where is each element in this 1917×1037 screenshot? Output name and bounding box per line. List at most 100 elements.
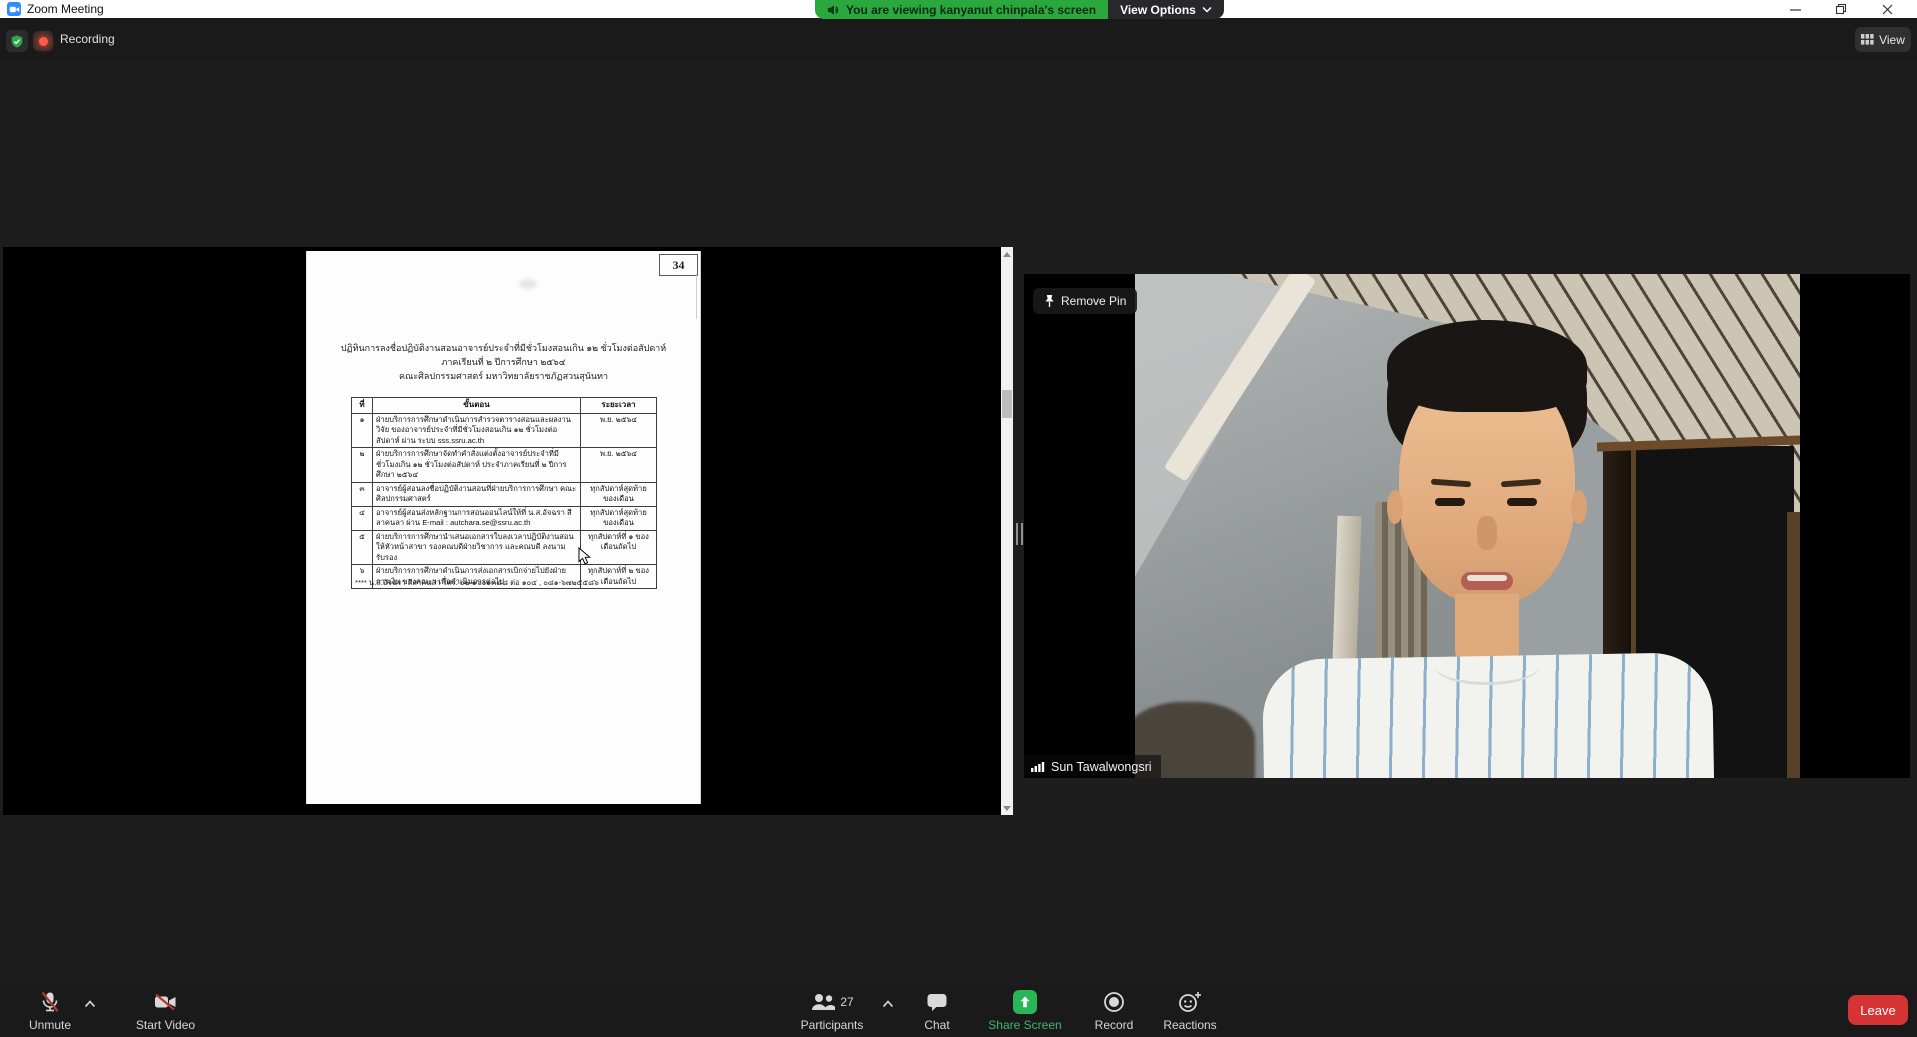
shield-check-icon (10, 34, 24, 49)
video-muted-icon (153, 992, 178, 1012)
participants-label: Participants (801, 1018, 864, 1032)
mic-muted-icon (39, 991, 61, 1014)
page-number: 34 (673, 258, 685, 273)
person-ear (1571, 490, 1587, 524)
unmute-button[interactable]: Unmute (18, 990, 82, 1032)
participant-name-label: Sun Tawalwongsri (1024, 755, 1161, 778)
pin-icon (1044, 294, 1055, 308)
camera-icon (9, 4, 20, 15)
cell-no: ๓ (352, 482, 373, 506)
screen-share-message-text: You are viewing kanyanut chinpala's scre… (846, 3, 1096, 17)
record-button[interactable]: Record (1079, 990, 1149, 1032)
cell-duration: พ.ย. ๒๕๖๔ (581, 413, 657, 448)
restore-button[interactable] (1826, 0, 1856, 18)
share-screen-button[interactable]: Share Screen (975, 990, 1075, 1032)
participants-count: 27 (840, 995, 853, 1009)
table-header-row: ที่ ขั้นตอน ระยะเวลา (352, 398, 657, 414)
cell-duration: ทุกสัปดาห์สุดท้ายของเดือน (581, 482, 657, 506)
scrollbar[interactable] (1001, 247, 1013, 815)
participants-icon (810, 992, 836, 1012)
cell-step: อาจารย์ผู้สอนลงชื่อปฏิบัติงานสอนที่ฝ่ายบ… (373, 482, 581, 506)
chevron-down-icon (1202, 6, 1212, 13)
scan-smudge (519, 279, 537, 289)
mouse-cursor (578, 547, 591, 565)
close-icon (1882, 4, 1893, 15)
participants-options-chevron[interactable] (882, 1000, 894, 1008)
shared-screen-area: 34 ปฏิทินการลงชื่อปฏิบัติงานสอนอาจารย์ปร… (3, 247, 1013, 815)
header-step: ขั้นตอน (373, 398, 581, 414)
cell-step: อาจารย์ผู้สอนส่งหลักฐานการสอนออนไลน์ให้ท… (373, 506, 581, 530)
view-options-button[interactable]: View Options (1108, 0, 1224, 19)
person-eye (1435, 498, 1465, 506)
person-eye (1507, 498, 1537, 506)
participants-button[interactable]: 27 Participants (791, 990, 873, 1032)
procedure-table: ที่ ขั้นตอน ระยะเวลา ๑ ฝ่ายบริการการศึกษ… (351, 397, 657, 589)
recording-label: Recording (60, 18, 115, 60)
person-nose (1477, 516, 1497, 550)
cell-step: ฝ่ายบริการการศึกษาดำเนินการสำรวจตารางสอน… (373, 413, 581, 448)
document-page: 34 ปฏิทินการลงชื่อปฏิบัติงานสอนอาจารย์ปร… (307, 251, 700, 804)
cell-no: ๒ (352, 448, 373, 483)
view-options-label: View Options (1120, 3, 1196, 17)
cell-step: ฝ่ายบริการการศึกษาจัดทำคำสั่งแต่งตั้งอาจ… (373, 448, 581, 483)
grid-view-icon (1861, 34, 1874, 45)
page-edge-line (696, 274, 697, 319)
person-hair-fringe (1387, 320, 1587, 412)
table-row: ๒ ฝ่ายบริการการศึกษาจัดทำคำสั่งแต่งตั้งอ… (352, 448, 657, 483)
restore-icon (1835, 3, 1847, 15)
view-button[interactable]: View (1855, 27, 1911, 52)
record-label: Record (1095, 1018, 1134, 1032)
participant-video (1135, 274, 1800, 778)
meeting-controls-toolbar: Unmute Start Video 27 Participants Chat (0, 985, 1917, 1037)
document-title-block: ปฏิทินการลงชื่อปฏิบัติงานสอนอาจารย์ประจำ… (307, 341, 700, 383)
recording-indicator (33, 31, 53, 51)
table-row: ๓ อาจารย์ผู้สอนลงชื่อปฏิบัติงานสอนที่ฝ่า… (352, 482, 657, 506)
leave-button[interactable]: Leave (1848, 995, 1908, 1025)
view-button-label: View (1879, 33, 1905, 47)
minimize-button[interactable] (1780, 0, 1810, 18)
page-number-box: 34 (659, 254, 698, 276)
meeting-menu-bar: Recording View (0, 18, 1917, 60)
document-title-line: คณะศิลปกรรมศาสตร์ มหาวิทยาลัยราชภัฏสวนสุ… (307, 369, 700, 383)
screen-share-banner: You are viewing kanyanut chinpala's scre… (815, 0, 1224, 19)
cell-no: ๔ (352, 506, 373, 530)
scroll-down-icon (1003, 806, 1011, 811)
pinned-video-tile: Remove Pin Sun Tawalwongsri (1024, 274, 1910, 778)
panel-resize-handle[interactable] (1016, 523, 1023, 545)
reactions-button[interactable]: Reactions (1155, 990, 1225, 1032)
start-video-label: Start Video (136, 1018, 195, 1032)
header-no: ที่ (352, 398, 373, 414)
cell-duration: พ.ย. ๒๕๖๔ (581, 448, 657, 483)
document-footnote: **** น.ส.อัจฉรา สีลาคนลา โทร. ๐๒-๑๖๐๑๓๘๘… (355, 577, 599, 589)
start-video-button[interactable]: Start Video (123, 990, 208, 1032)
video-right-wood (1787, 512, 1800, 778)
connection-signal-icon (1031, 761, 1045, 772)
cell-duration: ทุกสัปดาห์ที่ ๑ ของเดือนถัดไป (581, 530, 657, 565)
scrollbar-thumb[interactable] (1002, 390, 1012, 418)
screen-share-message: You are viewing kanyanut chinpala's scre… (815, 0, 1108, 19)
scroll-up-icon (1003, 252, 1011, 257)
share-screen-label: Share Screen (988, 1018, 1061, 1032)
cell-step: ฝ่ายบริการการศึกษานำเสนอเอกสารใบลงเวลาปฏ… (373, 530, 581, 565)
security-shield-button[interactable] (6, 30, 28, 52)
minimize-icon (1790, 4, 1801, 15)
remove-pin-button[interactable]: Remove Pin (1033, 288, 1137, 314)
chat-button[interactable]: Chat (907, 990, 967, 1032)
speaker-icon (827, 4, 840, 16)
zoom-app-icon (7, 2, 21, 16)
record-icon (1103, 991, 1125, 1013)
recording-dot-icon (39, 37, 48, 46)
scroll-down-button[interactable] (1001, 801, 1013, 815)
remove-pin-label: Remove Pin (1061, 294, 1126, 308)
header-duration: ระยะเวลา (581, 398, 657, 414)
chat-icon (926, 992, 948, 1012)
person-ear (1387, 490, 1403, 524)
cell-no: ๑ (352, 413, 373, 448)
reactions-label: Reactions (1163, 1018, 1216, 1032)
participant-name: Sun Tawalwongsri (1051, 760, 1152, 774)
close-button[interactable] (1872, 0, 1902, 18)
audio-options-chevron[interactable] (84, 1000, 96, 1008)
scroll-up-button[interactable] (1001, 247, 1013, 261)
cell-no: ๕ (352, 530, 373, 565)
person-mouth (1461, 572, 1513, 590)
